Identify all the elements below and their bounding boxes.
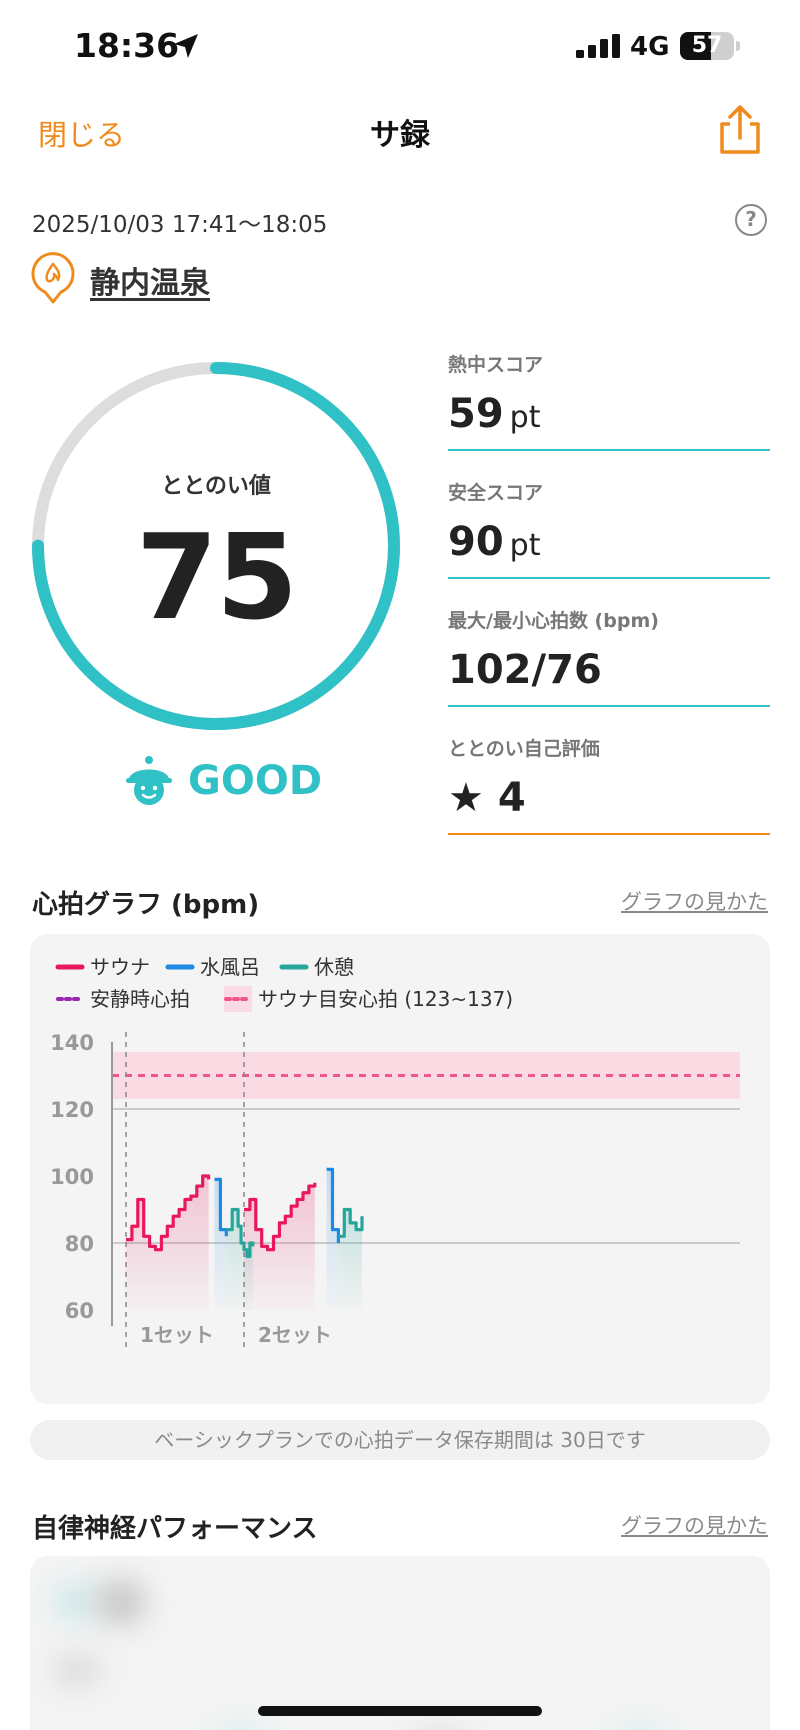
star-icon: ★ [448,775,484,821]
safety-score-label: 安全スコア [448,482,544,504]
location-arrow-icon [174,34,198,58]
battery-icon: 57 [680,32,734,60]
safety-score: 安全スコア 90 pt [448,478,770,579]
facility-name-link[interactable]: 静内温泉 [90,258,210,302]
heat-score-label: 熱中スコア [448,354,544,376]
totonoi-value: 75 [135,508,298,646]
safety-score-unit: pt [509,528,541,563]
set-label: 2セット [258,1323,332,1347]
legend-label: 水風呂 [200,955,260,979]
self-evaluation-label: ととのい自己評価 [448,738,600,760]
status-time: 18:36 [74,26,180,65]
heart-rate-range: 最大/最小心拍数 (bpm) 102/76 [448,606,770,707]
autonomic-guide-link[interactable]: グラフの見かた [621,1510,768,1540]
status-bar: 18:36 4G 57 [0,0,800,96]
legend-label: 安静時心拍 [90,987,190,1011]
autonomic-title: 自律神経パフォーマンス [32,1514,318,1544]
session-date-range: 2025/10/03 17:41～18:05 [32,212,328,238]
autonomic-chart-card [30,1556,770,1730]
safety-score-value: 90 [448,519,504,565]
legend-label: 休憩 [314,955,354,979]
cellular-signal-icon [576,34,620,58]
heat-score: 熱中スコア 59 pt [448,350,770,451]
legend-label: サウナ目安心拍 (123~137) [258,987,513,1011]
legend-label: サウナ [90,955,150,979]
close-button[interactable]: 閉じる [38,112,125,154]
totonoi-label: ととのい値 [161,474,271,499]
y-tick-label: 120 [50,1098,94,1122]
share-icon[interactable] [716,104,764,156]
heart-rate-chart-card: サウナ 水風呂 休憩安静時心拍 サウナ目安心拍 (123~137) 140 120 100 8… [30,934,770,1404]
help-icon[interactable]: ? [735,204,767,236]
self-evaluation-value: 4 [497,775,526,821]
self-evaluation[interactable]: ととのい自己評価 ★ 4 [448,734,770,835]
network-type: 4G [630,32,670,62]
heart-rate-range-label: 最大/最小心拍数 (bpm) [448,610,659,632]
heat-score-unit: pt [509,400,541,435]
y-tick-label: 100 [50,1165,94,1189]
y-tick-label: 60 [65,1299,94,1323]
set-label: 1セット [140,1323,214,1347]
battery-level: 57 [691,33,723,58]
y-tick-label: 80 [65,1232,94,1256]
good-character-icon [126,756,172,805]
heart-graph-title: 心拍グラフ (bpm) [32,890,260,920]
heart-graph-guide-link[interactable]: グラフの見かた [621,886,768,916]
heart-rate-range-value: 102/76 [448,647,602,693]
y-tick-label: 140 [50,1031,94,1055]
sauna-facility-icon [31,252,75,304]
home-indicator [258,1706,542,1716]
heart-rate-chart: サウナ 水風呂 休憩安静時心拍 サウナ目安心拍 (123~137) 140 120 100 8… [50,955,740,1352]
rating-label: GOOD [188,758,323,804]
series-area [338,1209,362,1310]
retention-notice: ベーシックプランでの心拍データ保存期間は 30日です [30,1420,770,1460]
heat-score-value: 59 [448,391,504,437]
